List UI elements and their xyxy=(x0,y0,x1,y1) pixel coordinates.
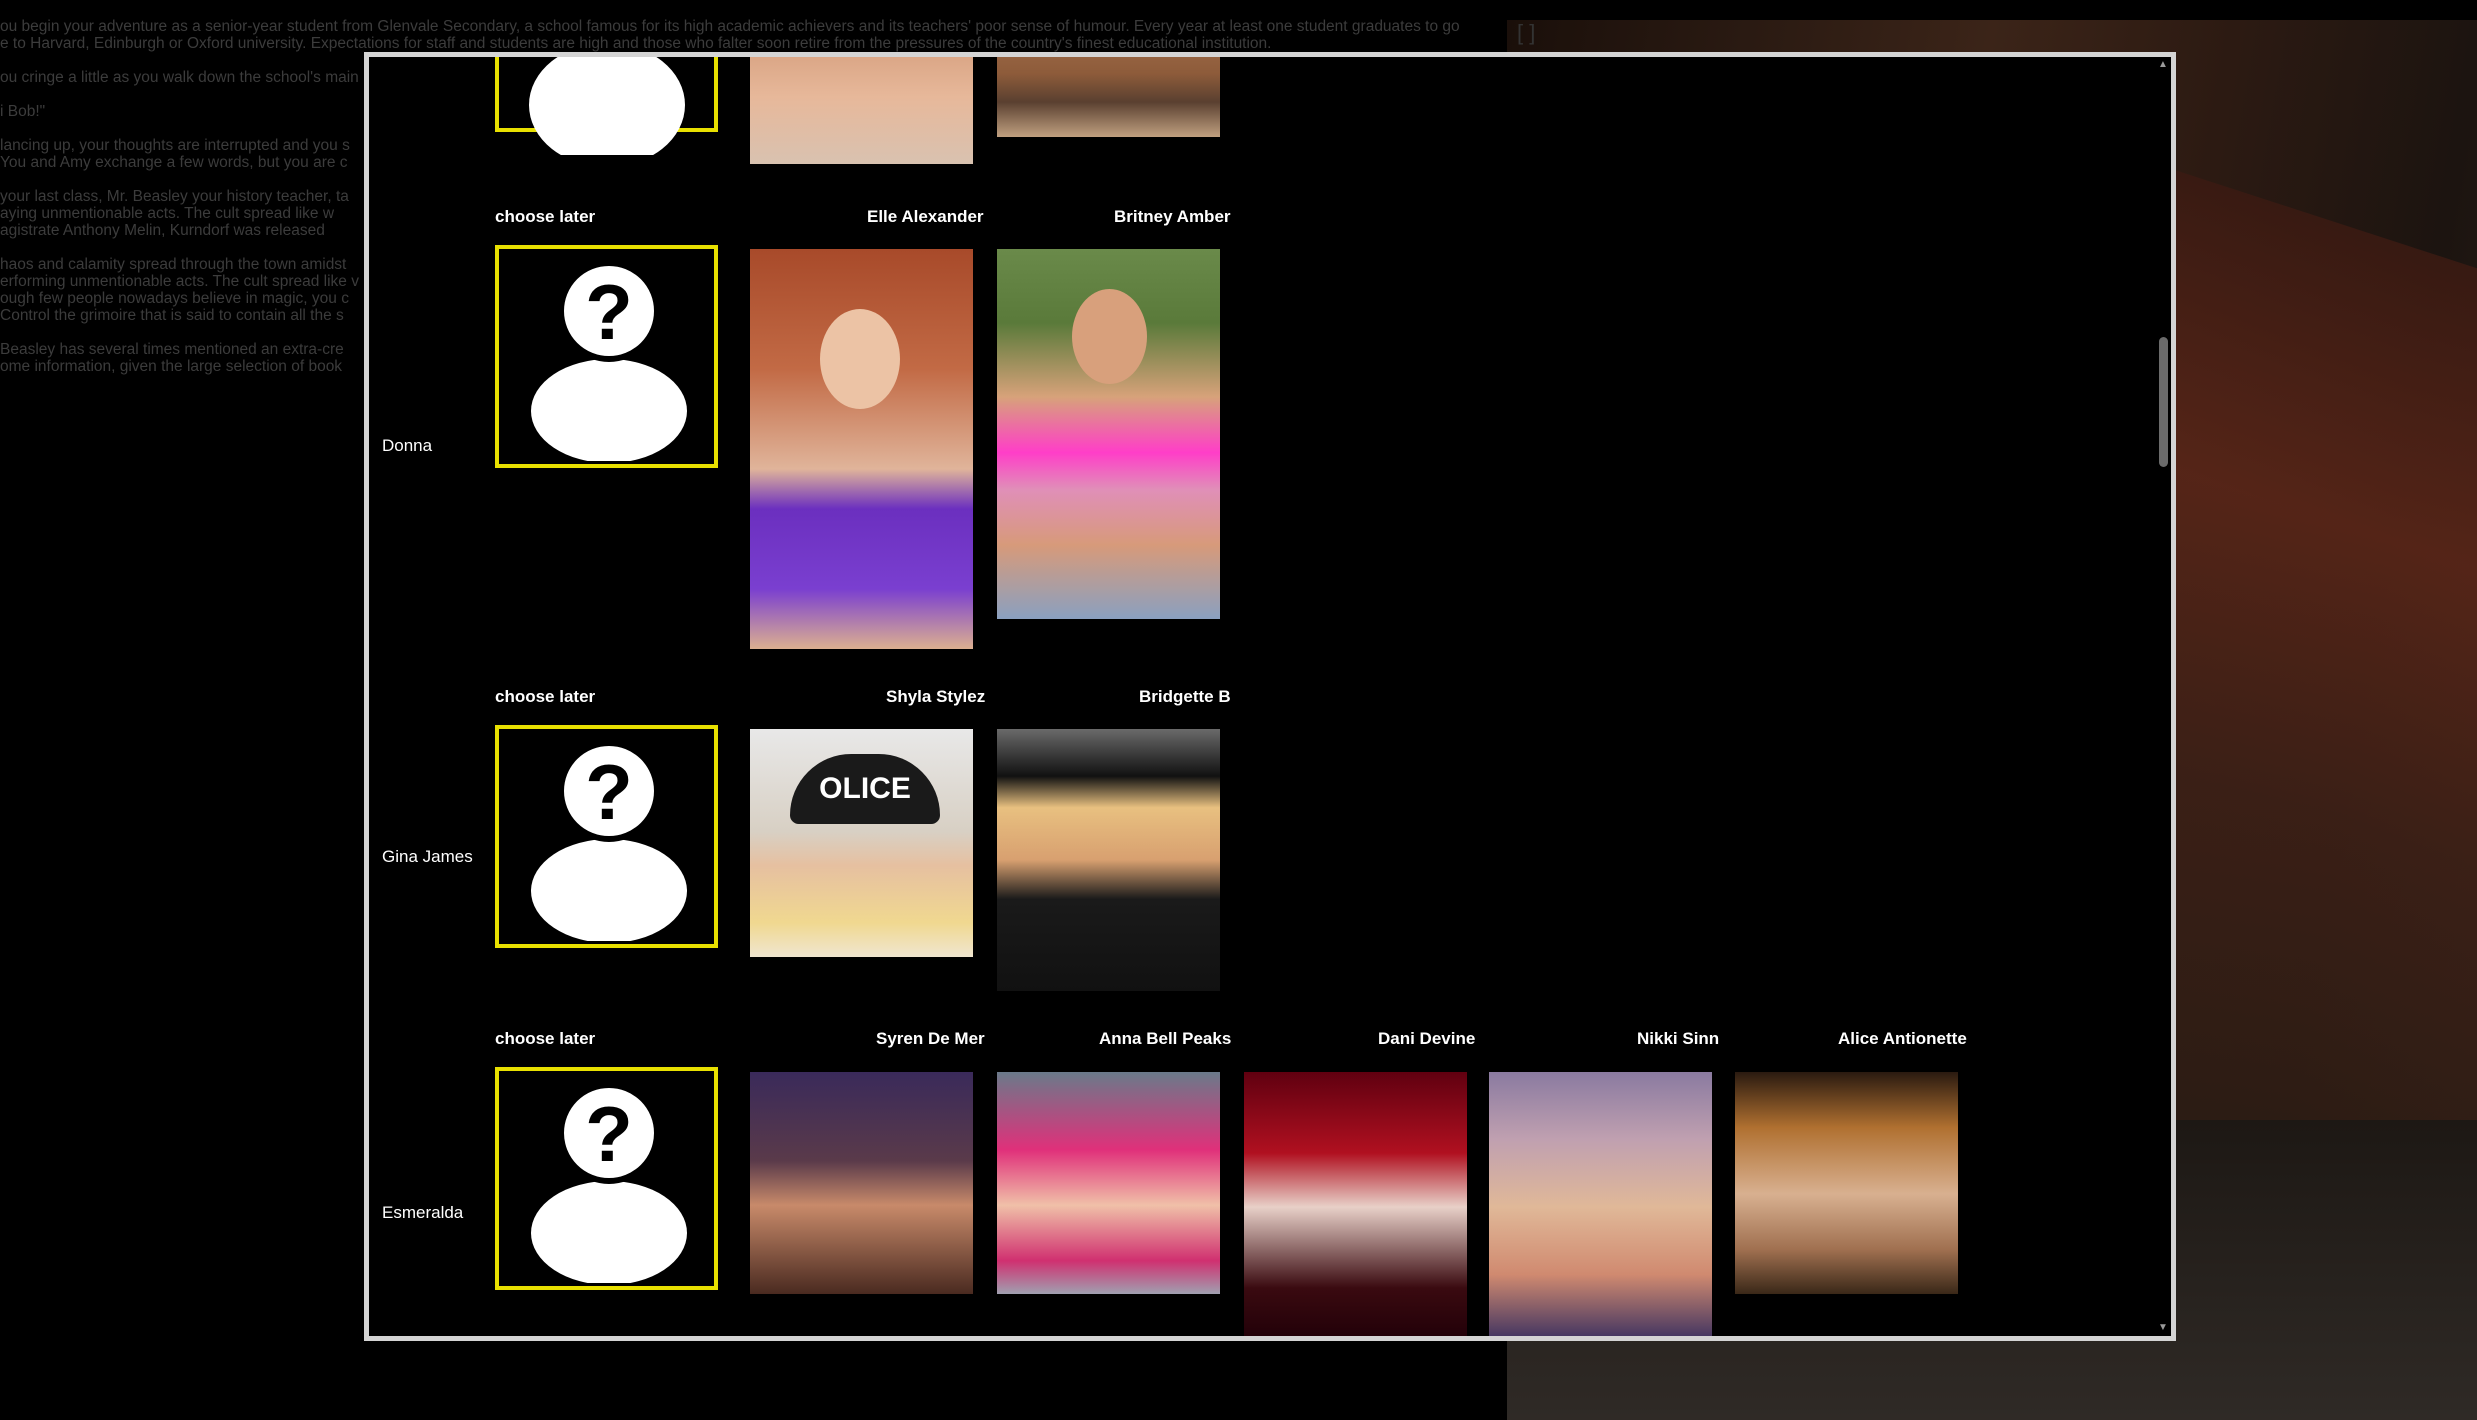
choose-later-option[interactable]: ? xyxy=(495,725,718,948)
svg-text:?: ? xyxy=(585,268,633,356)
actress-photo-nikki-sinn[interactable] xyxy=(1489,1072,1712,1336)
character-name: Donna xyxy=(382,436,433,455)
actress-photo-elle-alexander[interactable] xyxy=(750,249,973,649)
background-top-bar xyxy=(1507,0,2477,20)
choose-later-label: choose later xyxy=(495,207,596,226)
actress-photo[interactable] xyxy=(997,57,1220,137)
dialog-scrollbar[interactable]: ▲ ▼ xyxy=(2155,57,2171,1336)
choose-later-label: choose later xyxy=(495,1029,596,1048)
character-name: Gina James xyxy=(382,847,473,866)
actress-photo-shyla-stylez[interactable]: OLICE xyxy=(750,729,973,957)
scroll-down-arrow-icon[interactable]: ▼ xyxy=(2155,1320,2171,1336)
actress-photo-britney-amber[interactable] xyxy=(997,249,1220,619)
option-label: Elle Alexander xyxy=(867,207,984,226)
choose-later-option[interactable]: ? xyxy=(495,245,718,468)
option-label: Bridgette B xyxy=(1139,687,1231,706)
story-line: ou begin your adventure as a senior-year… xyxy=(0,18,1460,35)
actress-photo-syren-de-mer[interactable] xyxy=(750,1072,973,1294)
unknown-person-icon: ? xyxy=(531,261,687,461)
choose-later-option[interactable] xyxy=(495,57,718,155)
option-label: Alice Antionette xyxy=(1838,1029,1967,1048)
character-name: Esmeralda xyxy=(382,1203,464,1222)
actress-photo-alice-antionette[interactable] xyxy=(1735,1072,1958,1294)
actress-photo[interactable] xyxy=(750,57,973,164)
actress-photo-dani-devine[interactable] xyxy=(1244,1072,1467,1336)
choose-later-label: choose later xyxy=(495,687,596,706)
scroll-up-arrow-icon[interactable]: ▲ xyxy=(2155,57,2171,73)
option-label: Nikki Sinn xyxy=(1637,1029,1720,1048)
scrollbar-thumb[interactable] xyxy=(2159,337,2168,467)
svg-text:?: ? xyxy=(585,748,633,836)
option-label: Shyla Stylez xyxy=(886,687,986,706)
unknown-person-icon: ? xyxy=(531,1083,687,1283)
dialog-content: Donna choose later Elle Alexander Britne… xyxy=(369,57,2159,1336)
option-label: Dani Devine xyxy=(1378,1029,1476,1048)
actress-photo-anna-bell-peaks[interactable] xyxy=(997,1072,1220,1294)
cast-selection-dialog: Donna choose later Elle Alexander Britne… xyxy=(364,52,2176,1341)
svg-text:?: ? xyxy=(585,1090,633,1178)
choose-later-option[interactable]: ? xyxy=(495,1067,718,1290)
option-label: Britney Amber xyxy=(1114,207,1231,226)
unknown-person-icon xyxy=(529,57,685,155)
police-cap: OLICE xyxy=(790,754,940,824)
story-line: e to Harvard, Edinburgh or Oxford univer… xyxy=(0,35,1272,52)
option-label: Anna Bell Peaks xyxy=(1099,1029,1232,1048)
option-label: Syren De Mer xyxy=(876,1029,985,1048)
actress-photo-bridgette-b[interactable] xyxy=(997,729,1220,991)
corner-hint: [ ] xyxy=(1517,20,1536,45)
unknown-person-icon: ? xyxy=(531,741,687,941)
